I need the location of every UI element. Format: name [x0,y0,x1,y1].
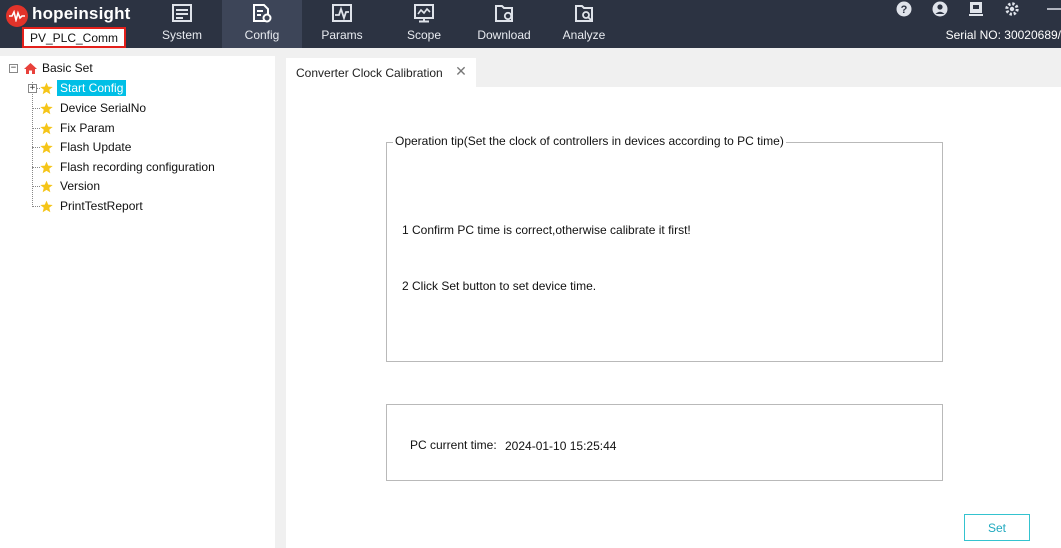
star-icon [40,122,53,134]
device-icon[interactable] [968,1,984,17]
toolbar-scope-label: Scope [406,28,442,42]
tree-connector [32,206,40,207]
toolbar-download-button[interactable]: Download [464,0,544,48]
toolbar-download-label: Download [477,28,531,42]
config-icon [251,3,273,23]
toolbar-system-button[interactable]: System [142,0,222,48]
tree-item-start-config[interactable]: Start Config [40,79,127,97]
system-icon [171,3,193,23]
toolbar-scope-button[interactable]: Scope [384,0,464,48]
tree-item-version[interactable]: Version [40,177,103,195]
tree-connector [32,167,40,168]
svg-text:?: ? [901,4,908,16]
tree-item-label: Flash recording configuration [60,160,215,174]
tab-title: Converter Clock Calibration [296,65,443,80]
star-icon [40,161,53,173]
tree-item-flash-update[interactable]: Flash Update [40,138,134,156]
tree-root-basic-set[interactable]: Basic Set [23,59,96,77]
pc-time-group: PC current time: 2024-01-10 15:25:44 [386,404,943,481]
home-icon [23,62,38,75]
scope-icon [413,3,435,23]
star-icon [40,82,53,94]
tree-item-device-serialno[interactable]: Device SerialNo [40,99,149,117]
toolbar-analyze-label: Analyze [562,28,606,42]
star-icon [40,180,53,192]
download-icon [493,3,515,23]
tip-line-2: 2 Click Set button to set device time. [402,279,597,293]
toolbar-config-label: Config [244,28,280,42]
close-icon[interactable]: ✕ [454,64,468,78]
tree-expand-toggle[interactable]: + [28,84,37,93]
tree-root-label: Basic Set [42,61,93,75]
toolbar-params-button[interactable]: Params [302,0,382,48]
toolbar-system-label: System [161,28,202,42]
star-icon [40,102,53,114]
tree-item-label: Version [60,179,101,193]
star-icon [40,141,53,153]
brand-name: hopeinsight [32,4,131,23]
serial-number: Serial NO: 30020689/ [945,28,1061,42]
toolbar-params-label: Params [321,28,363,42]
operation-tip-group: Operation tip(Set the clock of controlle… [386,134,943,362]
tree-connector [32,128,40,129]
tab-strip: Converter Clock Calibration ✕ [286,56,1061,87]
set-button[interactable]: Set [964,514,1030,541]
tree-item-label: Fix Param [60,121,115,135]
settings-icon[interactable] [1004,1,1020,17]
tree-item-label: Flash Update [60,140,132,154]
tree-connector [32,82,33,207]
tip-line-1: 1 Confirm PC time is correct,otherwise c… [402,223,691,237]
tree-connector [32,108,40,109]
brand: hopeinsight PV_PLC_Comm [0,0,140,48]
tree-item-label: Device SerialNo [60,101,147,115]
tree-collapse-toggle[interactable]: − [9,64,18,73]
pc-time-label: PC current time: [410,438,497,452]
function-tree: − Basic Set + Start Config Device Serial… [0,56,275,548]
pc-time-value: 2024-01-10 15:25:44 [505,439,617,453]
user-icon[interactable] [932,1,948,17]
tree-item-printtestreport[interactable]: PrintTestReport [40,197,146,215]
tree-item-label: PrintTestReport [60,199,143,213]
tree-item-fix-param[interactable]: Fix Param [40,119,118,137]
tab-converter-clock-calibration[interactable]: Converter Clock Calibration ✕ [286,58,476,87]
top-toolbar: hopeinsight PV_PLC_Comm System Config Pa… [0,0,1061,48]
tree-item-label: Start Config [57,80,127,96]
tree-item-flash-recording-configuration[interactable]: Flash recording configuration [40,158,218,176]
operation-tip-legend: Operation tip(Set the clock of controlle… [393,134,786,148]
analyze-icon [573,3,595,23]
toolbar-config-button[interactable]: Config [222,0,302,48]
star-icon [40,200,53,212]
brand-logo-icon [6,5,28,27]
project-name[interactable]: PV_PLC_Comm [22,27,126,48]
content-area: Converter Clock Calibration ✕ Operation … [286,56,1061,548]
tree-connector [32,147,40,148]
toolbar-analyze-button[interactable]: Analyze [544,0,624,48]
help-icon[interactable]: ? [896,1,912,17]
params-icon [331,3,353,23]
tree-connector [32,186,40,187]
minimize-icon[interactable] [1046,1,1061,17]
